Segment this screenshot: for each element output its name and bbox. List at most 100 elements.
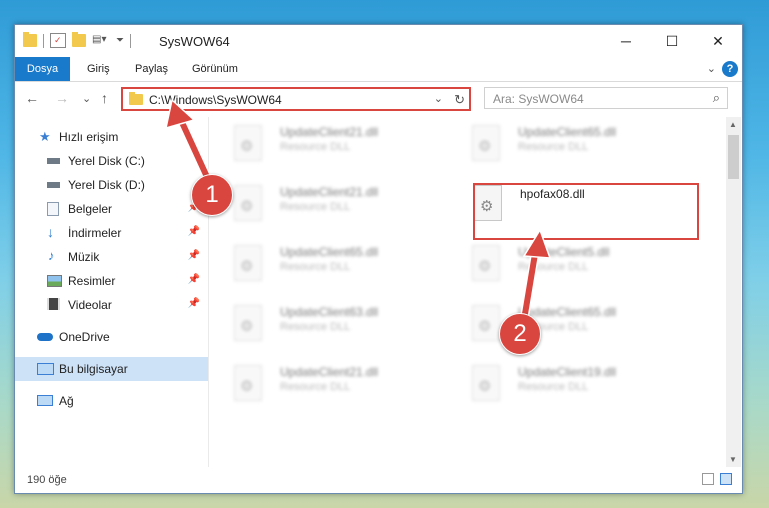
scrollbar-thumb[interactable]: [728, 135, 739, 179]
address-path[interactable]: C:\Windows\SysWOW64: [149, 93, 282, 107]
quick-access-toolbar: ✓ ▤▾ ⏷: [23, 32, 131, 48]
minimize-button[interactable]: ─: [603, 25, 649, 57]
file-item[interactable]: ⚙ UpdateClient19.dll Resource DLL: [472, 365, 672, 415]
ribbon-tabs: Dosya Giriş Paylaş Görünüm ⌄ ?: [15, 57, 742, 82]
dll-file-icon: ⚙: [234, 245, 262, 281]
close-button[interactable]: ✕: [695, 25, 741, 57]
download-icon: ↓: [47, 224, 54, 240]
tab-home[interactable]: Giriş: [77, 57, 120, 81]
file-name: UpdateClient5.dll: [518, 245, 610, 259]
videos-icon: [47, 298, 60, 310]
tab-view[interactable]: Görünüm: [182, 57, 248, 81]
sidebar-item-label: Ağ: [59, 394, 74, 408]
dll-file-icon: ⚙: [234, 305, 262, 341]
search-placeholder: Ara: SysWOW64: [493, 92, 584, 106]
file-item[interactable]: ⚙ UpdateClient21.dll Resource DLL: [234, 365, 434, 415]
file-name: UpdateClient19.dll: [518, 365, 617, 379]
forward-button[interactable]: →: [55, 90, 69, 106]
sidebar-item-pictures[interactable]: Resimler 📌: [15, 269, 208, 293]
sidebar-item-music[interactable]: ♪ Müzik 📌: [15, 245, 208, 269]
up-button[interactable]: ↑: [101, 90, 108, 106]
tab-file[interactable]: Dosya: [15, 57, 70, 81]
sidebar-item-documents[interactable]: Belgeler 📌: [15, 197, 208, 221]
file-description: Resource DLL: [518, 141, 589, 153]
onedrive-icon: [37, 333, 53, 341]
dll-file-icon: ⚙: [234, 185, 262, 221]
expand-ribbon-icon[interactable]: ⌄: [707, 62, 716, 75]
details-view-icon[interactable]: [702, 473, 714, 485]
vertical-scrollbar[interactable]: ▲ ▼: [726, 117, 741, 467]
view-switcher: [702, 473, 732, 485]
sidebar-item-label: Yerel Disk (D:): [68, 178, 145, 192]
dll-file-icon: ⚙: [472, 245, 500, 281]
tab-share[interactable]: Paylaş: [125, 57, 178, 81]
toolbar-divider: [43, 33, 44, 48]
recent-locations-button[interactable]: ⌄: [82, 92, 91, 105]
sidebar-item-local-disk-c[interactable]: Yerel Disk (C:): [15, 149, 208, 173]
file-name: UpdateClient21.dll: [280, 125, 379, 139]
new-folder-icon[interactable]: [72, 32, 86, 47]
sidebar-item-label: İndirmeler: [68, 226, 122, 240]
address-dropdown-icon[interactable]: ⌄: [434, 92, 443, 105]
dll-file-icon: ⚙: [472, 365, 500, 401]
step-badge-2: 2: [499, 313, 541, 355]
sidebar-item-label: OneDrive: [59, 330, 110, 344]
dll-file-icon: ⚙: [472, 305, 500, 341]
refresh-icon[interactable]: ↻: [454, 92, 465, 108]
file-name: UpdateClient21.dll: [280, 185, 379, 199]
navigation-pane: ★ Hızlı erişim Yerel Disk (C:) Yerel Dis…: [15, 117, 209, 467]
dll-file-icon: ⚙: [234, 365, 262, 401]
sidebar-item-downloads[interactable]: ↓ İndirmeler 📌: [15, 221, 208, 245]
window-title: SysWOW64: [159, 34, 230, 49]
toolbar-dropdown-icon[interactable]: ⏷: [116, 35, 124, 46]
network-icon: [37, 395, 53, 406]
address-bar[interactable]: C:\Windows\SysWOW64 ⌄ ↻: [121, 87, 471, 111]
search-input[interactable]: Ara: SysWOW64 ⌕: [484, 87, 728, 109]
file-item[interactable]: ⚙ UpdateClient21.dll Resource DLL: [234, 125, 434, 175]
pin-icon[interactable]: 📌: [188, 226, 200, 237]
sidebar-item-network[interactable]: Ağ: [15, 389, 208, 413]
file-list: ⚙ UpdateClient21.dll Resource DLL ⚙ Upda…: [210, 117, 726, 467]
pin-icon[interactable]: 📌: [188, 250, 200, 261]
documents-icon: [47, 202, 59, 216]
file-description: Resource DLL: [518, 261, 589, 273]
pin-icon[interactable]: 📌: [188, 298, 200, 309]
sidebar-item-label: Yerel Disk (C:): [68, 154, 145, 168]
file-item[interactable]: ⚙ UpdateClient21.dll Resource DLL: [234, 185, 434, 235]
file-item[interactable]: ⚙ UpdateClient5.dll Resource DLL: [472, 245, 672, 295]
search-icon[interactable]: ⌕: [713, 90, 720, 106]
highlight-box-target-file: [473, 183, 699, 240]
scroll-up-icon[interactable]: ▲: [729, 120, 737, 129]
file-item[interactable]: ⚙ UpdateClient63.dll Resource DLL: [234, 305, 434, 355]
sidebar-item-onedrive[interactable]: OneDrive: [15, 325, 208, 349]
dll-file-icon: ⚙: [472, 125, 500, 161]
file-item[interactable]: ⚙ UpdateClient65.dll Resource DLL: [472, 125, 672, 175]
pin-icon[interactable]: 📌: [188, 274, 200, 285]
customize-toolbar-icon[interactable]: ▤▾: [92, 34, 110, 47]
help-button[interactable]: ?: [722, 61, 738, 77]
sidebar-item-label: Resimler: [68, 274, 116, 288]
sidebar-item-local-disk-d[interactable]: Yerel Disk (D:): [15, 173, 208, 197]
file-description: Resource DLL: [280, 141, 351, 153]
file-name: UpdateClient63.dll: [280, 305, 379, 319]
properties-icon[interactable]: ✓: [50, 33, 66, 48]
tiles-view-icon[interactable]: [720, 473, 732, 485]
item-count: 190 öğe: [27, 474, 67, 486]
sidebar-item-label: Videolar: [68, 298, 112, 312]
file-name: UpdateClient21.dll: [280, 365, 379, 379]
sidebar-item-quick-access[interactable]: ★ Hızlı erişim: [15, 125, 208, 149]
drive-icon: [47, 182, 60, 188]
maximize-button[interactable]: ☐: [649, 25, 695, 57]
file-name: UpdateClient65.dll: [280, 245, 379, 259]
sidebar-item-label: Müzik: [68, 250, 100, 264]
star-icon: ★: [39, 129, 51, 144]
folder-icon: [23, 32, 37, 47]
sidebar-item-this-pc[interactable]: Bu bilgisayar: [15, 357, 208, 381]
step-badge-1: 1: [191, 174, 233, 216]
sidebar-item-videos[interactable]: Videolar 📌: [15, 293, 208, 317]
file-description: Resource DLL: [280, 261, 351, 273]
back-button[interactable]: ←: [25, 90, 39, 106]
file-item[interactable]: ⚙ UpdateClient65.dll Resource DLL: [234, 245, 434, 295]
scroll-down-icon[interactable]: ▼: [729, 455, 737, 464]
sidebar-item-label: Hızlı erişim: [59, 130, 119, 144]
